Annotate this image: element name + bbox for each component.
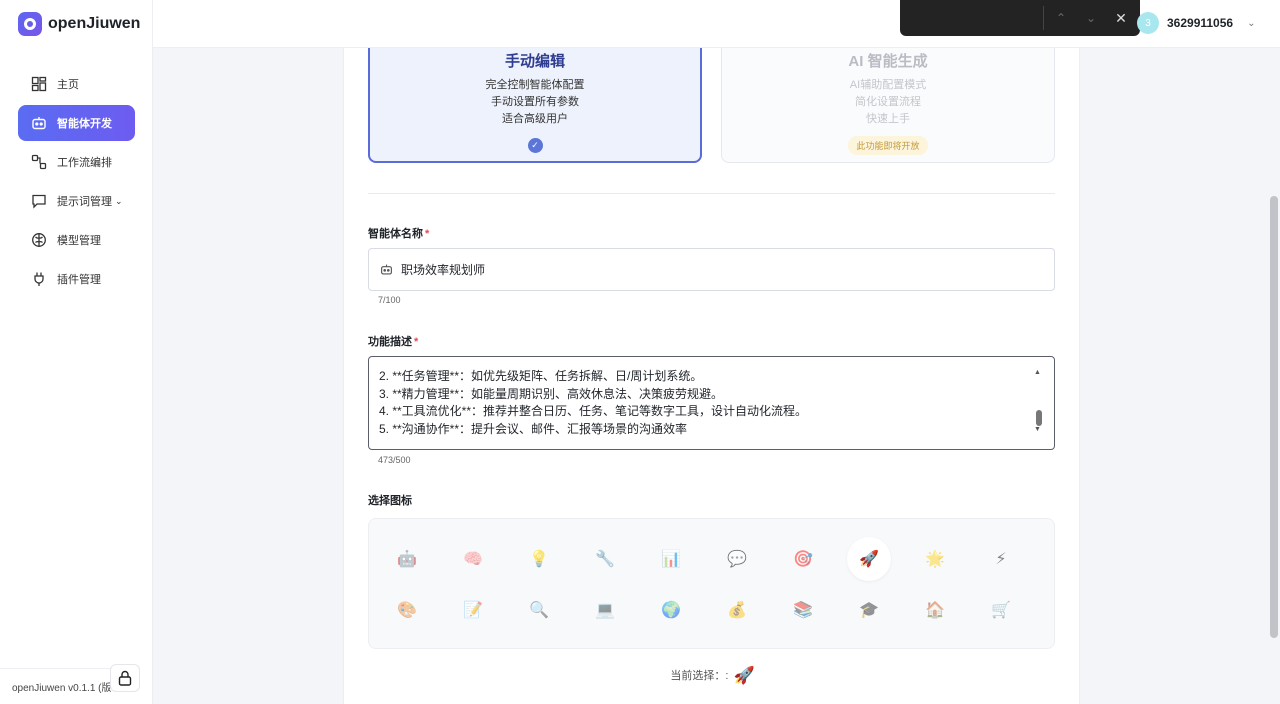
mode-title: AI 智能生成 xyxy=(848,53,928,70)
description-line: 4. **工具流优化**：推荐并整合日历、任务、笔记等数字工具，设计自动化流程。 xyxy=(379,404,808,418)
description-line: 2. **任务管理**：如优先级矩阵、任务拆解、日/周计划系统。 xyxy=(379,369,703,383)
agent-name-value: 职场效率规划师 xyxy=(401,263,486,277)
name-char-counter: 7/100 xyxy=(378,295,401,305)
close-icon[interactable]: ✕ xyxy=(1110,7,1132,29)
mode-line: 简化设置流程 xyxy=(855,96,921,108)
avatar: 3 xyxy=(1137,12,1159,34)
books-icon-option[interactable]: 📚 xyxy=(781,588,825,632)
sidebar-item-home[interactable]: 主页 xyxy=(18,66,135,102)
divider xyxy=(368,193,1055,194)
palette-icon-option[interactable]: 🎨 xyxy=(385,588,429,632)
page-scrollbar-thumb[interactable] xyxy=(1270,196,1278,638)
target-icon-option[interactable]: 🎯 xyxy=(781,537,825,581)
brain-icon xyxy=(31,232,47,248)
sidebar-item-models[interactable]: 模型管理 xyxy=(18,222,135,258)
sidebar-item-label: 提示词管理 xyxy=(57,196,112,208)
brain-icon-option[interactable]: 🧠 xyxy=(451,537,495,581)
mode-line: 手动设置所有参数 xyxy=(491,96,579,108)
dashboard-icon xyxy=(31,76,47,92)
magnifier-icon-option[interactable]: 🔍 xyxy=(517,588,561,632)
description-textarea[interactable]: 2. **任务管理**：如优先级矩阵、任务拆解、日/周计划系统。 3. **精力… xyxy=(368,356,1055,450)
workflow-icon xyxy=(31,154,47,170)
icon-picker-grid: 🤖 🧠 💡 🔧 📊 💬 🎯 🚀 🌟 ⚡ 🎨 📝 🔍 💻 🌍 💰 📚 🎓 🏠 🛒 xyxy=(368,518,1055,649)
icon-picker-label: 选择图标 xyxy=(368,495,412,507)
description-char-counter: 473/500 xyxy=(378,455,411,465)
chevron-down-icon: ⌄ xyxy=(115,195,123,206)
lightning-icon-option[interactable]: ⚡ xyxy=(979,537,1023,581)
graduation-cap-icon-option[interactable]: 🎓 xyxy=(847,588,891,632)
cart-icon-option[interactable]: 🛒 xyxy=(979,588,1023,632)
lightbulb-icon-option[interactable]: 💡 xyxy=(517,537,561,581)
agent-name-input[interactable]: 职场效率规划师 xyxy=(368,248,1055,291)
chevron-up-icon[interactable]: ⌃ xyxy=(1050,7,1072,29)
laptop-icon-option[interactable]: 💻 xyxy=(583,588,627,632)
mode-card-ai: AI 智能生成 AI辅助配置模式 简化设置流程 快速上手 此功能即将开放 xyxy=(721,48,1055,163)
sidebar-nav: 主页 智能体开发 工作流编排 提示词管理 ⌄ 模型管理 插件管理 xyxy=(18,66,135,300)
mode-line: 完全控制智能体配置 xyxy=(485,79,585,91)
rocket-icon: 🚀 xyxy=(733,666,755,685)
lock-icon xyxy=(118,670,132,686)
sidebar-item-agent-dev[interactable]: 智能体开发 xyxy=(18,105,135,141)
plug-icon xyxy=(31,271,47,287)
sidebar-item-label: 模型管理 xyxy=(57,235,101,247)
sidebar-item-prompts[interactable]: 提示词管理 ⌄ xyxy=(18,183,135,219)
memo-icon-option[interactable]: 📝 xyxy=(451,588,495,632)
description-label: 功能描述 * xyxy=(368,336,419,348)
chart-icon-option[interactable]: 📊 xyxy=(649,537,693,581)
textarea-scrollbar-thumb[interactable] xyxy=(1036,410,1042,426)
sidebar-item-label: 插件管理 xyxy=(57,274,101,286)
mode-line: 适合高级用户 xyxy=(502,113,568,125)
user-menu[interactable]: 3 3629911056 ⌄ xyxy=(1137,12,1255,34)
agent-name-label: 智能体名称 * xyxy=(368,228,430,240)
app-logo[interactable]: openJiuwen xyxy=(18,12,140,36)
lock-button[interactable] xyxy=(110,664,140,692)
speech-icon-option[interactable]: 💬 xyxy=(715,537,759,581)
main-panel: 手动编辑 完全控制智能体配置 手动设置所有参数 适合高级用户 ✓ AI 智能生成… xyxy=(343,48,1080,704)
sidebar-item-label: 智能体开发 xyxy=(57,118,112,130)
mode-line: 快速上手 xyxy=(866,113,910,125)
robot-icon-option[interactable]: 🤖 xyxy=(385,537,429,581)
star-icon-option[interactable]: 🌟 xyxy=(913,537,957,581)
sidebar-item-label: 工作流编排 xyxy=(57,157,112,169)
sidebar-item-plugins[interactable]: 插件管理 xyxy=(18,261,135,297)
money-bag-icon-option[interactable]: 💰 xyxy=(715,588,759,632)
check-icon: ✓ xyxy=(527,138,543,153)
app-name: openJiuwen xyxy=(48,15,141,32)
mode-line: AI辅助配置模式 xyxy=(849,79,927,91)
chevron-down-icon: ⌄ xyxy=(1247,17,1256,29)
current-selection: 当前选择：: 🚀 xyxy=(344,666,1081,686)
robot-icon xyxy=(31,115,47,131)
page-scrollbar[interactable] xyxy=(1268,48,1280,704)
sidebar: openJiuwen 主页 智能体开发 工作流编排 提示词管理 ⌄ 模型管理 插… xyxy=(0,0,153,704)
house-icon-option[interactable]: 🏠 xyxy=(913,588,957,632)
mode-card-manual[interactable]: 手动编辑 完全控制智能体配置 手动设置所有参数 适合高级用户 ✓ xyxy=(368,48,702,163)
scroll-down-arrow[interactable]: ▼ xyxy=(1034,426,1041,433)
coming-soon-badge: 此功能即将开放 xyxy=(848,136,928,155)
mode-title: 手动编辑 xyxy=(504,53,565,70)
description-line: 5. **沟通协作**：提升会议、邮件、汇报等场景的沟通效率 xyxy=(379,421,688,436)
current-selection-label: 当前选择：: xyxy=(670,669,729,682)
find-bar-divider xyxy=(1043,6,1044,30)
user-name: 3629911056 xyxy=(1167,16,1234,30)
description-line: 3. **精力管理**：如能量周期识别、高效休息法、决策疲劳规避。 xyxy=(379,386,724,401)
scroll-up-arrow[interactable]: ▲ xyxy=(1034,369,1041,376)
rocket-icon-option[interactable]: 🚀 xyxy=(847,537,891,581)
sidebar-item-workflow[interactable]: 工作流编排 xyxy=(18,144,135,180)
wrench-icon-option[interactable]: 🔧 xyxy=(583,537,627,581)
chevron-down-icon[interactable]: ⌄ xyxy=(1080,7,1102,29)
robot-icon xyxy=(381,264,392,275)
globe-icon-option[interactable]: 🌍 xyxy=(649,588,693,632)
find-bar: ⌃ ⌄ ✕ xyxy=(900,0,1140,36)
chat-icon xyxy=(31,193,47,209)
sidebar-item-label: 主页 xyxy=(57,79,79,91)
logo-icon xyxy=(18,12,42,36)
